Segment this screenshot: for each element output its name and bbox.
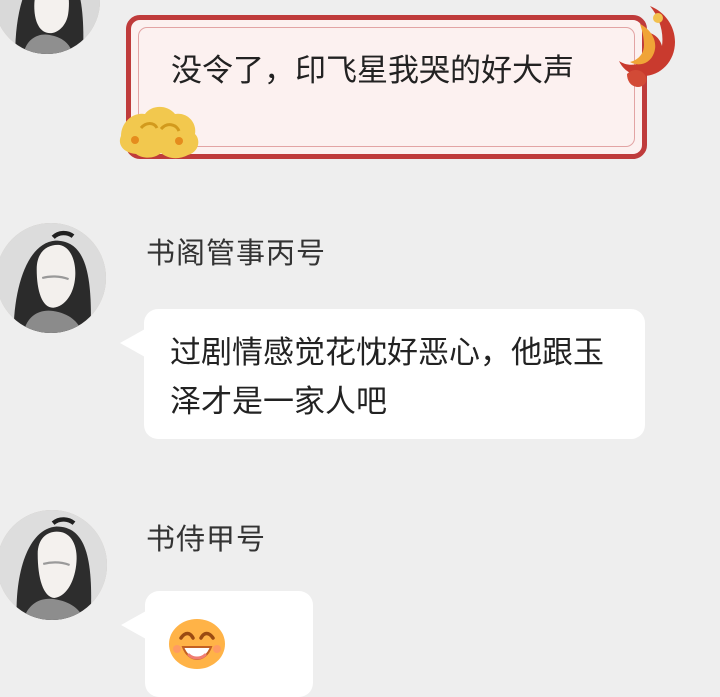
flame-ornament-icon bbox=[619, 6, 675, 87]
laughing-emoji-icon bbox=[169, 619, 225, 669]
avatar-portrait-icon bbox=[0, 223, 106, 333]
sender-name: 书侍甲号 bbox=[146, 522, 267, 556]
sender-name: 书阁管事丙号 bbox=[146, 236, 327, 270]
chat-message-1: 没令了，印飞星我哭的好大声 bbox=[0, 0, 720, 175]
message-text: 没令了，印飞星我哭的好大声 bbox=[171, 53, 574, 89]
avatar[interactable] bbox=[0, 510, 107, 620]
chat-area: 没令了，印飞星我哭的好大声 书阁管事丙号 过剧情感觉花忱好恶心，他跟玉泽才是一家… bbox=[0, 0, 720, 697]
chat-message-2: 书阁管事丙号 过剧情感觉花忱好恶心，他跟玉泽才是一家人吧 bbox=[0, 212, 720, 452]
avatar[interactable] bbox=[0, 0, 100, 54]
cloud-ornament-icon bbox=[119, 106, 199, 159]
message-bubble[interactable]: 过剧情感觉花忱好恶心，他跟玉泽才是一家人吧 bbox=[120, 309, 645, 439]
avatar-portrait-icon bbox=[0, 510, 107, 620]
message-text: 过剧情感觉花忱好恶心，他跟玉泽才是一家人吧 bbox=[170, 335, 604, 420]
chat-message-3: 书侍甲号 bbox=[0, 500, 720, 697]
avatar-portrait-icon bbox=[0, 0, 100, 54]
avatar[interactable] bbox=[0, 223, 106, 333]
emoji-message-bubble[interactable] bbox=[121, 591, 313, 697]
